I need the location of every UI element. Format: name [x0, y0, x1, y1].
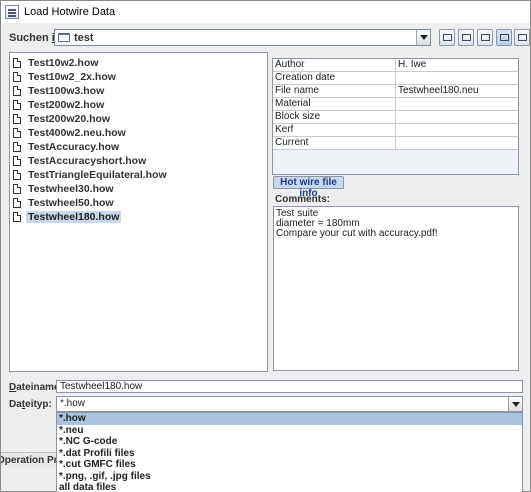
details-view-button[interactable]	[514, 29, 530, 46]
file-item[interactable]: TestAccuracyshort.how	[13, 154, 148, 167]
file-item[interactable]: Test10w2_2x.how	[13, 70, 118, 83]
filename-label: Dateiname:	[9, 382, 63, 393]
look-in-row: Suchen in: test	[9, 29, 530, 47]
dropdown-option[interactable]: all data files	[57, 482, 522, 492]
file-item[interactable]: TestTriangleEquilateral.how	[13, 168, 169, 181]
look-in-combo[interactable]: test	[54, 29, 431, 46]
file-list[interactable]: Test10w2.how Test10w2_2x.how Test100w3.h…	[9, 52, 268, 372]
tab-hot-wire-file-info[interactable]: Hot wire file info	[273, 176, 344, 199]
folder-icon	[58, 33, 70, 42]
details-view-icon	[518, 34, 527, 41]
home-icon	[462, 34, 471, 41]
chevron-down-icon[interactable]	[416, 30, 430, 45]
comment-line: Compare your cut with accuracy.pdf!	[276, 228, 438, 239]
dropdown-option[interactable]: *.how	[57, 413, 522, 425]
file-icon	[13, 197, 21, 208]
file-item[interactable]: Testwheel30.how	[13, 182, 116, 195]
file-item-selected[interactable]: Testwheel180.how	[13, 210, 122, 223]
filetype-dropdown-list[interactable]: *.how *.neu *.NC G-code *.dat Profili fi…	[56, 412, 523, 492]
new-folder-icon	[481, 34, 490, 41]
chevron-down-icon[interactable]	[508, 397, 522, 411]
file-icon	[13, 113, 21, 124]
table-row: Creation date	[273, 72, 518, 85]
table-row: Kerf	[273, 124, 518, 137]
file-item[interactable]: Test400w2.neu.how	[13, 126, 128, 139]
dropdown-option[interactable]: *.neu	[57, 425, 522, 437]
table-row: Block size	[273, 111, 518, 124]
file-item[interactable]: Test200w20.how	[13, 112, 112, 125]
table-row: Current	[273, 137, 518, 150]
file-item[interactable]: Test200w2.how	[13, 98, 106, 111]
file-icon	[13, 127, 21, 138]
file-icon	[13, 141, 21, 152]
look-in-value: test	[74, 31, 94, 44]
file-item[interactable]: Test10w2.how	[13, 56, 100, 69]
load-hotwire-dialog: Load Hotwire Data Suchen in: test Test10…	[0, 0, 531, 492]
file-icon	[13, 155, 21, 166]
file-icon	[13, 183, 21, 194]
home-button[interactable]	[458, 29, 474, 46]
up-folder-button[interactable]	[439, 29, 455, 46]
window-title: Load Hotwire Data	[24, 6, 116, 18]
file-info-table: Author H. Iwe Creation date File name Test…	[272, 58, 519, 175]
table-row: File name Testwheel180.neu	[273, 85, 518, 98]
dropdown-option[interactable]: *.cut GMFC files	[57, 459, 522, 471]
up-folder-icon	[443, 34, 452, 41]
file-icon	[13, 211, 21, 222]
filetype-label: Dateityp:	[9, 399, 52, 410]
file-icon	[13, 57, 21, 68]
list-view-button[interactable]	[496, 29, 512, 46]
file-icon	[13, 71, 21, 82]
file-item[interactable]: Testwheel50.how	[13, 196, 116, 209]
file-item[interactable]: Test100w3.how	[13, 84, 106, 97]
filetype-value: *.how	[60, 398, 86, 409]
background-window-text: Operation Procedure	[1, 452, 56, 468]
file-icon	[13, 85, 21, 96]
filename-field[interactable]: Testwheel180.how	[56, 380, 523, 393]
file-icon	[13, 99, 21, 110]
filetype-select[interactable]: *.how	[56, 396, 523, 412]
dropdown-option[interactable]: *.png, .gif, .jpg files	[57, 471, 522, 483]
table-row: Author H. Iwe	[273, 59, 518, 72]
title-bar: Load Hotwire Data	[1, 1, 530, 23]
app-icon	[5, 5, 19, 19]
table-row: Material	[273, 98, 518, 111]
dropdown-option[interactable]: *.NC G-code	[57, 436, 522, 448]
file-icon	[13, 169, 21, 180]
list-view-icon	[500, 34, 509, 41]
comments-textarea[interactable]: Test suite diameter = 180mm Compare your…	[273, 206, 519, 371]
comments-label: Comments:	[275, 194, 331, 205]
file-item[interactable]: TestAccuracy.how	[13, 140, 121, 153]
dropdown-option[interactable]: *.dat Profili files	[57, 448, 522, 460]
new-folder-button[interactable]	[477, 29, 493, 46]
